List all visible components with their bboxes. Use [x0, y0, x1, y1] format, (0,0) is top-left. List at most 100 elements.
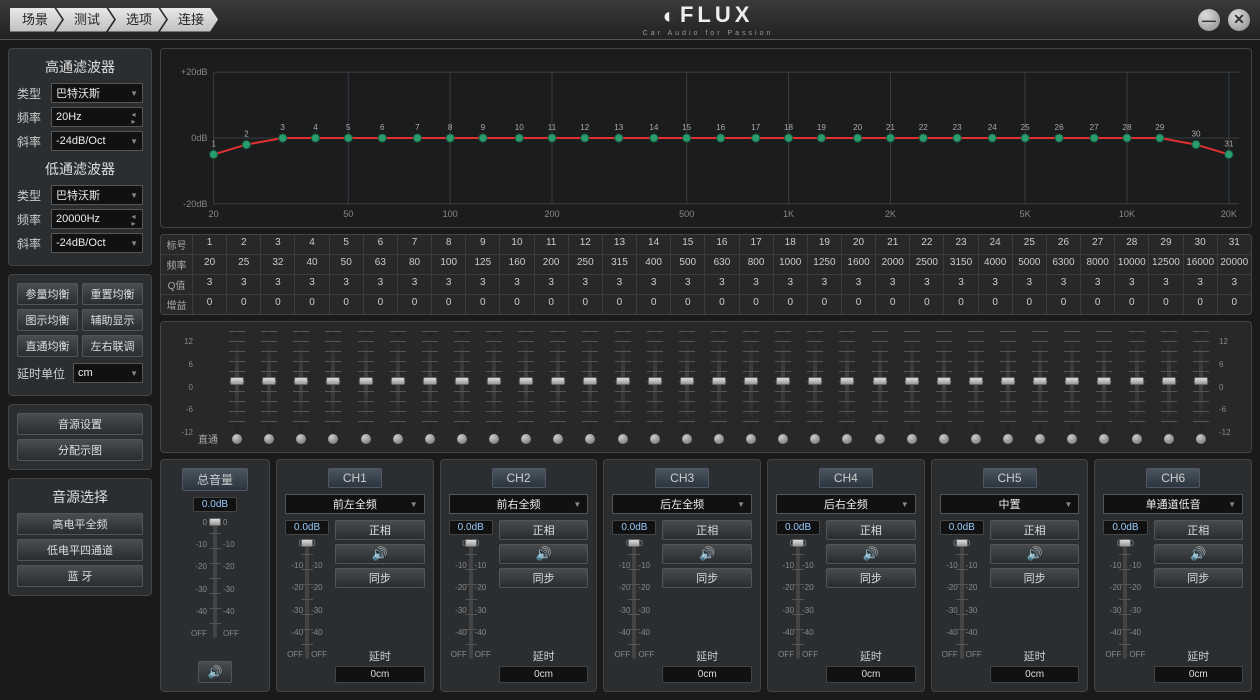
- eq-freq-cell[interactable]: 500: [671, 255, 705, 274]
- eq-band-indicator[interactable]: [971, 434, 981, 444]
- eq-gain-cell[interactable]: 0: [1149, 295, 1183, 314]
- eq-gain-cell[interactable]: 0: [193, 295, 227, 314]
- eq-q-cell[interactable]: 3: [979, 275, 1013, 294]
- hp-slope-select[interactable]: -24dB/Oct: [51, 131, 143, 151]
- channel-name[interactable]: CH5: [983, 468, 1037, 488]
- eq-freq-cell[interactable]: 5000: [1013, 255, 1047, 274]
- delay-value[interactable]: 0cm: [499, 666, 589, 683]
- eq-freq-cell[interactable]: 6300: [1047, 255, 1081, 274]
- eq-band-indicator[interactable]: [1132, 434, 1142, 444]
- eq-band-indicator[interactable]: [585, 434, 595, 444]
- eq-gain-cell[interactable]: 0: [227, 295, 261, 314]
- lp-type-select[interactable]: 巴特沃斯: [51, 185, 143, 205]
- eq-gain-slider[interactable]: [267, 331, 271, 431]
- eq-gain-cell[interactable]: 0: [330, 295, 364, 314]
- eq-band-indicator[interactable]: [875, 434, 885, 444]
- eq-freq-cell[interactable]: 160: [500, 255, 534, 274]
- reset-eq-button[interactable]: 重置均衡: [82, 283, 143, 305]
- eq-gain-slider[interactable]: [492, 331, 496, 431]
- eq-gain-slider[interactable]: [717, 331, 721, 431]
- eq-band-indicator[interactable]: [264, 434, 274, 444]
- eq-gain-slider[interactable]: [428, 331, 432, 431]
- eq-gain-cell[interactable]: 0: [295, 295, 329, 314]
- eq-gain-slider[interactable]: [396, 331, 400, 431]
- eq-gain-slider[interactable]: [299, 331, 303, 431]
- eq-gain-cell[interactable]: 0: [1047, 295, 1081, 314]
- channel-name[interactable]: CH2: [492, 468, 546, 488]
- eq-gain-cell[interactable]: 0: [740, 295, 774, 314]
- eq-q-cell[interactable]: 3: [774, 275, 808, 294]
- eq-freq-cell[interactable]: 2000: [876, 255, 910, 274]
- eq-gain-slider[interactable]: [749, 331, 753, 431]
- close-button[interactable]: ✕: [1228, 9, 1250, 31]
- channel-assign-select[interactable]: 前左全频: [285, 494, 425, 514]
- sync-button[interactable]: 同步: [990, 568, 1080, 588]
- sync-button[interactable]: 同步: [1154, 568, 1244, 588]
- sync-button[interactable]: 同步: [826, 568, 916, 588]
- sync-button[interactable]: 同步: [335, 568, 425, 588]
- eq-q-cell[interactable]: 3: [432, 275, 466, 294]
- eq-q-cell[interactable]: 3: [944, 275, 978, 294]
- breadcrumb-item[interactable]: 测试: [56, 8, 114, 32]
- assign-diagram-button[interactable]: 分配示图: [17, 439, 143, 461]
- channel-assign-select[interactable]: 后左全频: [612, 494, 752, 514]
- eq-gain-slider[interactable]: [685, 331, 689, 431]
- eq-band-indicator[interactable]: [618, 434, 628, 444]
- source-settings-button[interactable]: 音源设置: [17, 413, 143, 435]
- eq-q-cell[interactable]: 3: [261, 275, 295, 294]
- channel-assign-select[interactable]: 前右全频: [449, 494, 589, 514]
- eq-gain-slider[interactable]: [1006, 331, 1010, 431]
- phase-button[interactable]: 正相: [826, 520, 916, 540]
- eq-band-indicator[interactable]: [907, 434, 917, 444]
- eq-gain-cell[interactable]: 0: [364, 295, 398, 314]
- channel-assign-select[interactable]: 单通道低音: [1103, 494, 1243, 514]
- phase-button[interactable]: 正相: [990, 520, 1080, 540]
- graphic-eq-button[interactable]: 图示均衡: [17, 309, 78, 331]
- eq-gain-cell[interactable]: 0: [944, 295, 978, 314]
- channel-slider[interactable]: [305, 539, 309, 659]
- eq-q-cell[interactable]: 3: [740, 275, 774, 294]
- phase-button[interactable]: 正相: [662, 520, 752, 540]
- eq-band-indicator[interactable]: [810, 434, 820, 444]
- eq-band-indicator[interactable]: [746, 434, 756, 444]
- eq-freq-cell[interactable]: 20: [193, 255, 227, 274]
- eq-gain-cell[interactable]: 0: [671, 295, 705, 314]
- eq-freq-cell[interactable]: 250: [569, 255, 603, 274]
- eq-band-indicator[interactable]: [778, 434, 788, 444]
- eq-band-indicator[interactable]: [393, 434, 403, 444]
- eq-freq-cell[interactable]: 125: [466, 255, 500, 274]
- eq-band-indicator[interactable]: [361, 434, 371, 444]
- eq-gain-slider[interactable]: [235, 331, 239, 431]
- eq-gain-slider[interactable]: [556, 331, 560, 431]
- eq-freq-cell[interactable]: 315: [603, 255, 637, 274]
- eq-freq-cell[interactable]: 12500: [1149, 255, 1183, 274]
- eq-band-indicator[interactable]: [425, 434, 435, 444]
- eq-q-cell[interactable]: 3: [1184, 275, 1218, 294]
- eq-gain-cell[interactable]: 0: [1115, 295, 1149, 314]
- eq-gain-slider[interactable]: [331, 331, 335, 431]
- eq-q-cell[interactable]: 3: [1149, 275, 1183, 294]
- delay-value[interactable]: 0cm: [335, 666, 425, 683]
- phase-button[interactable]: 正相: [499, 520, 589, 540]
- eq-gain-cell[interactable]: 0: [1218, 295, 1251, 314]
- eq-band-indicator[interactable]: [328, 434, 338, 444]
- eq-q-cell[interactable]: 3: [500, 275, 534, 294]
- breadcrumb-item[interactable]: 场景: [10, 8, 62, 32]
- eq-q-cell[interactable]: 3: [910, 275, 944, 294]
- eq-freq-cell[interactable]: 100: [432, 255, 466, 274]
- eq-gain-slider[interactable]: [845, 331, 849, 431]
- eq-gain-slider[interactable]: [653, 331, 657, 431]
- eq-gain-slider[interactable]: [942, 331, 946, 431]
- mute-button[interactable]: 🔊: [335, 544, 425, 564]
- eq-band-indicator[interactable]: [650, 434, 660, 444]
- eq-band-indicator[interactable]: [553, 434, 563, 444]
- sync-button[interactable]: 同步: [662, 568, 752, 588]
- eq-gain-cell[interactable]: 0: [979, 295, 1013, 314]
- eq-q-cell[interactable]: 3: [808, 275, 842, 294]
- eq-gain-cell[interactable]: 0: [842, 295, 876, 314]
- eq-gain-slider[interactable]: [1102, 331, 1106, 431]
- eq-gain-slider[interactable]: [364, 331, 368, 431]
- src-hilevel-button[interactable]: 高电平全频: [17, 513, 143, 535]
- pass-eq-button[interactable]: 直通均衡: [17, 335, 78, 357]
- eq-band-indicator[interactable]: [714, 434, 724, 444]
